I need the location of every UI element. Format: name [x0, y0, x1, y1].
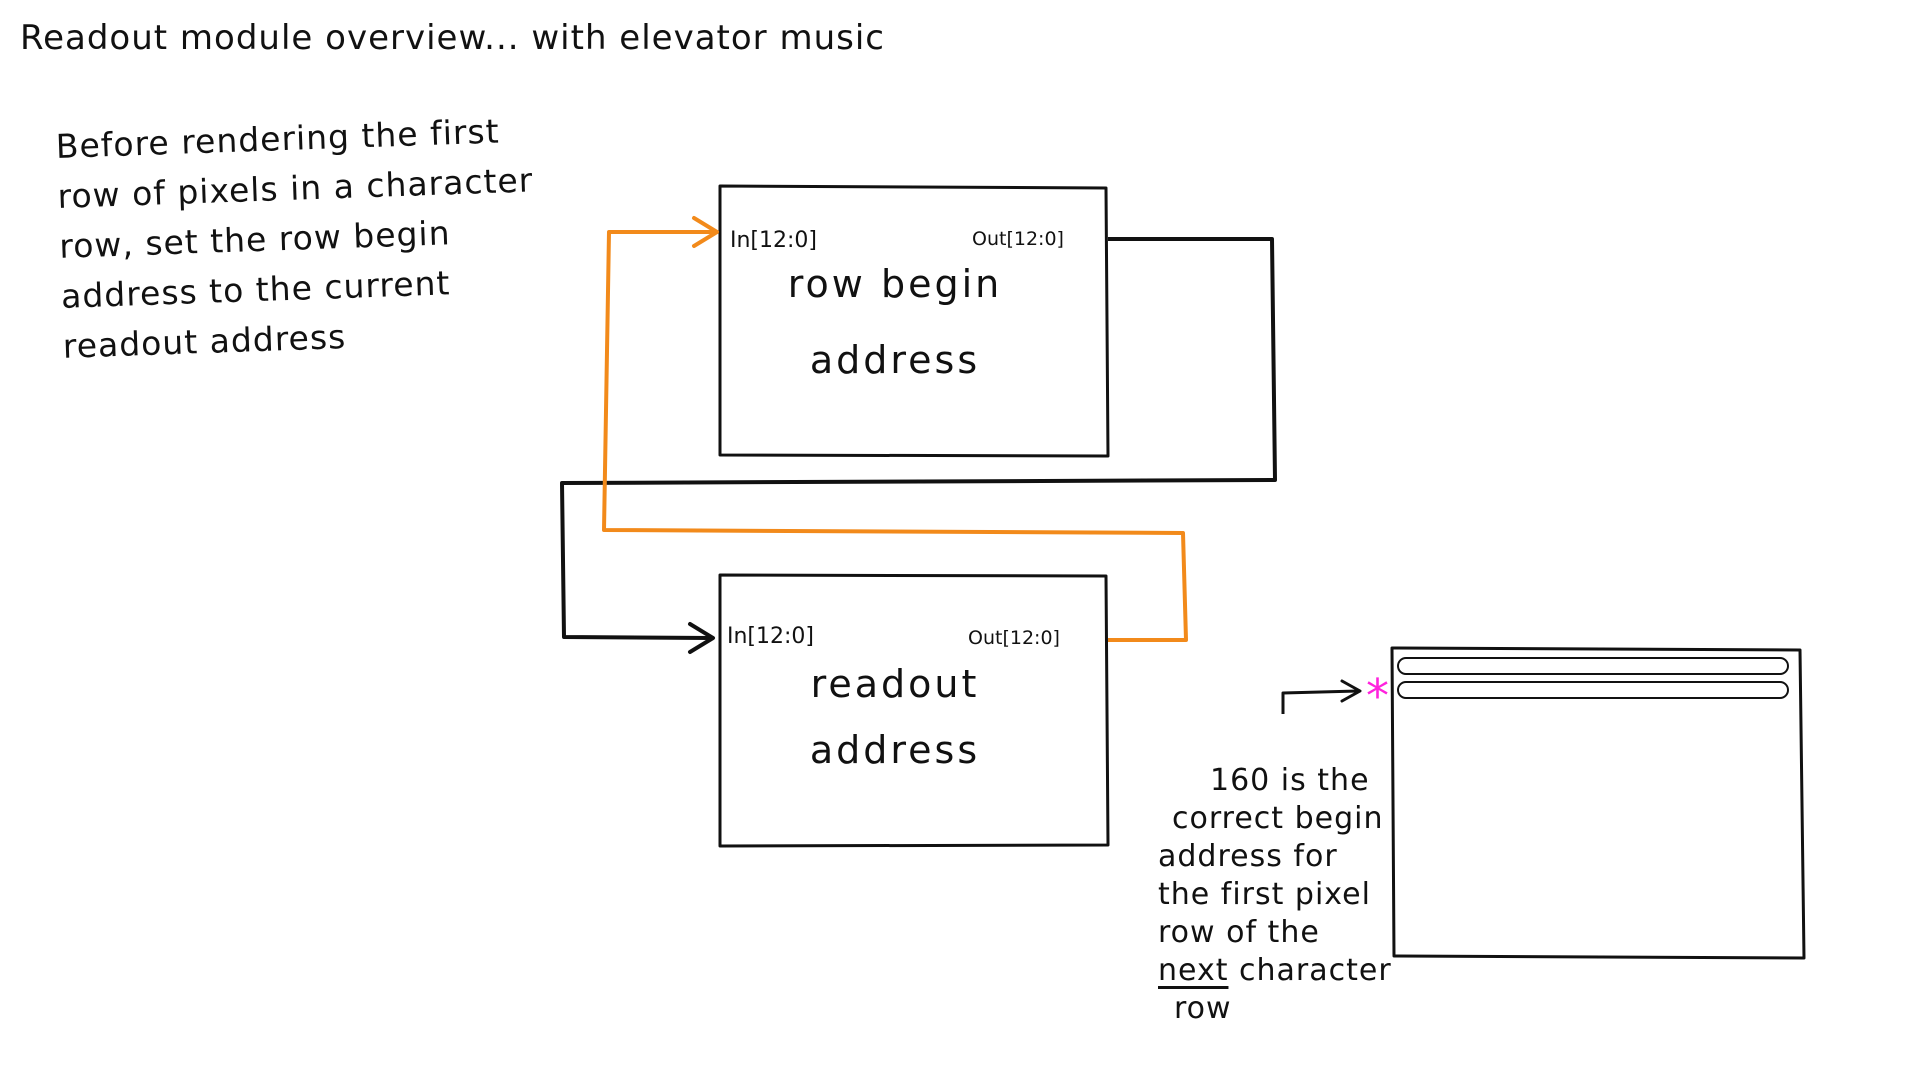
callout-line: 160 is the: [1210, 763, 1370, 798]
row-begin-label-line2: address: [809, 338, 981, 382]
row-begin-box-outline: [718, 184, 1110, 458]
block-diagram: *: [560, 184, 1806, 960]
readout-in-port: In[12:0]: [727, 624, 815, 649]
row-begin-out-port: Out[12:0]: [972, 228, 1064, 250]
screen-outline: [1390, 646, 1806, 960]
readout-out-port: Out[12:0]: [968, 627, 1060, 649]
row-begin-in-port: In[12:0]: [730, 228, 818, 253]
callout-note: 160 is the correct begin address for the…: [1158, 762, 1392, 1028]
callout-arrow: [1281, 689, 1359, 714]
callout-line: the first pixel: [1158, 877, 1371, 912]
callout-line-rest: character: [1228, 953, 1392, 988]
callout-line: address for: [1158, 839, 1338, 874]
readout-label-line1: readout: [810, 662, 980, 706]
callout-line: correct begin: [1172, 801, 1384, 836]
row-begin-label-line1: row begin: [787, 262, 1003, 306]
callout-line: next character: [1158, 952, 1392, 990]
character-row-2: [1397, 681, 1789, 699]
magenta-asterisk-marker: *: [1366, 669, 1389, 723]
callout-line: row of the: [1158, 915, 1320, 950]
readout-box-outline: [718, 573, 1110, 848]
character-row-1: [1397, 657, 1789, 675]
readout-label-line2: address: [809, 728, 981, 772]
callout-emphasis: next: [1158, 953, 1229, 988]
callout-line: row: [1174, 991, 1232, 1026]
